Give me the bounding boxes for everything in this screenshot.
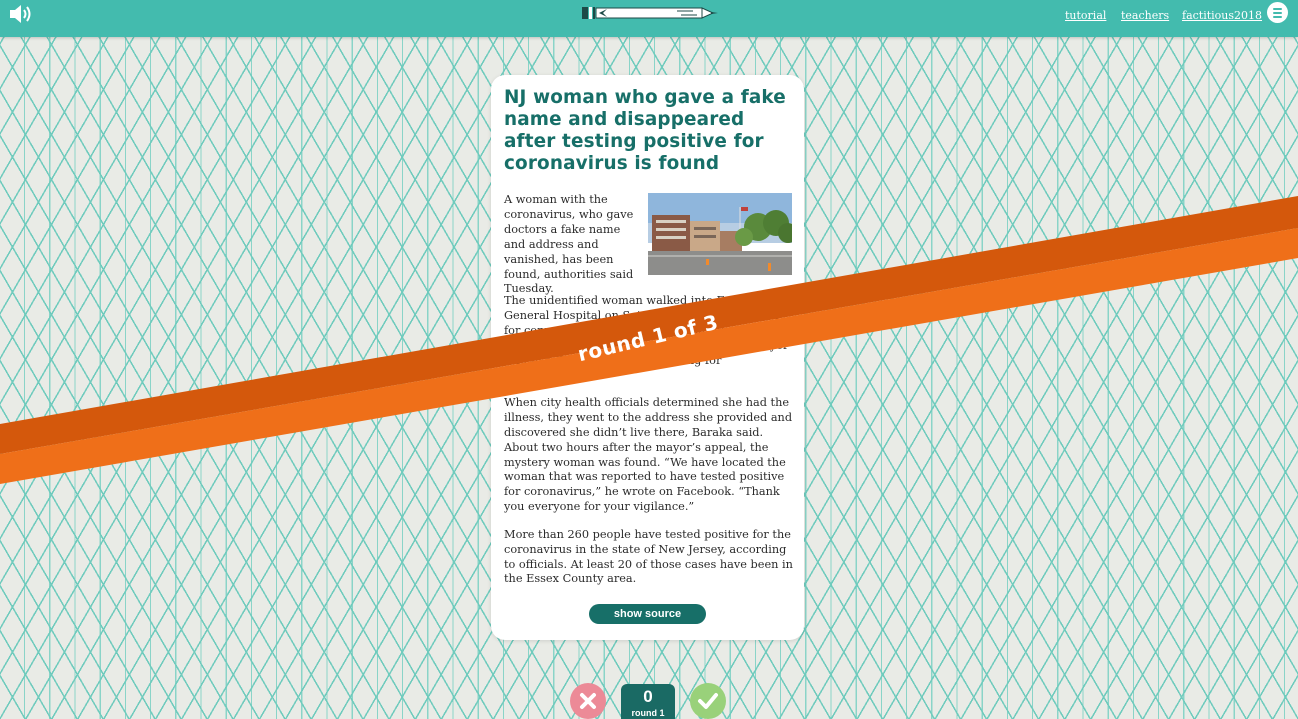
- x-icon: [580, 693, 596, 709]
- hamburger-menu-icon[interactable]: [1267, 2, 1288, 23]
- article-paragraph-3: When city health officials determined sh…: [504, 395, 793, 514]
- article-headline: NJ woman who gave a fake name and disapp…: [504, 87, 786, 174]
- speaker-icon[interactable]: [8, 3, 34, 25]
- nav-link-tutorial[interactable]: tutorial: [1065, 9, 1106, 22]
- pencil-logo[interactable]: [581, 5, 721, 21]
- score-box: 0 round 1: [621, 684, 675, 719]
- top-bar: tutorial teachers factitious2018: [0, 0, 1298, 37]
- check-icon: [698, 693, 718, 709]
- true-button[interactable]: [690, 683, 726, 719]
- nav-link-teachers[interactable]: teachers: [1121, 9, 1169, 22]
- article-paragraph-1: A woman with the coronavirus, who gave d…: [504, 193, 634, 296]
- article-photo: [648, 193, 792, 275]
- article-card: NJ woman who gave a fake name and disapp…: [491, 75, 804, 640]
- score-value: 0: [643, 687, 653, 706]
- nav-link-factitious2018[interactable]: factitious2018: [1182, 9, 1262, 22]
- article-paragraph-4: More than 260 people have tested positiv…: [504, 527, 793, 586]
- show-source-button[interactable]: show source: [589, 604, 706, 624]
- score-round-label: round 1: [631, 708, 665, 718]
- false-button[interactable]: [570, 683, 606, 719]
